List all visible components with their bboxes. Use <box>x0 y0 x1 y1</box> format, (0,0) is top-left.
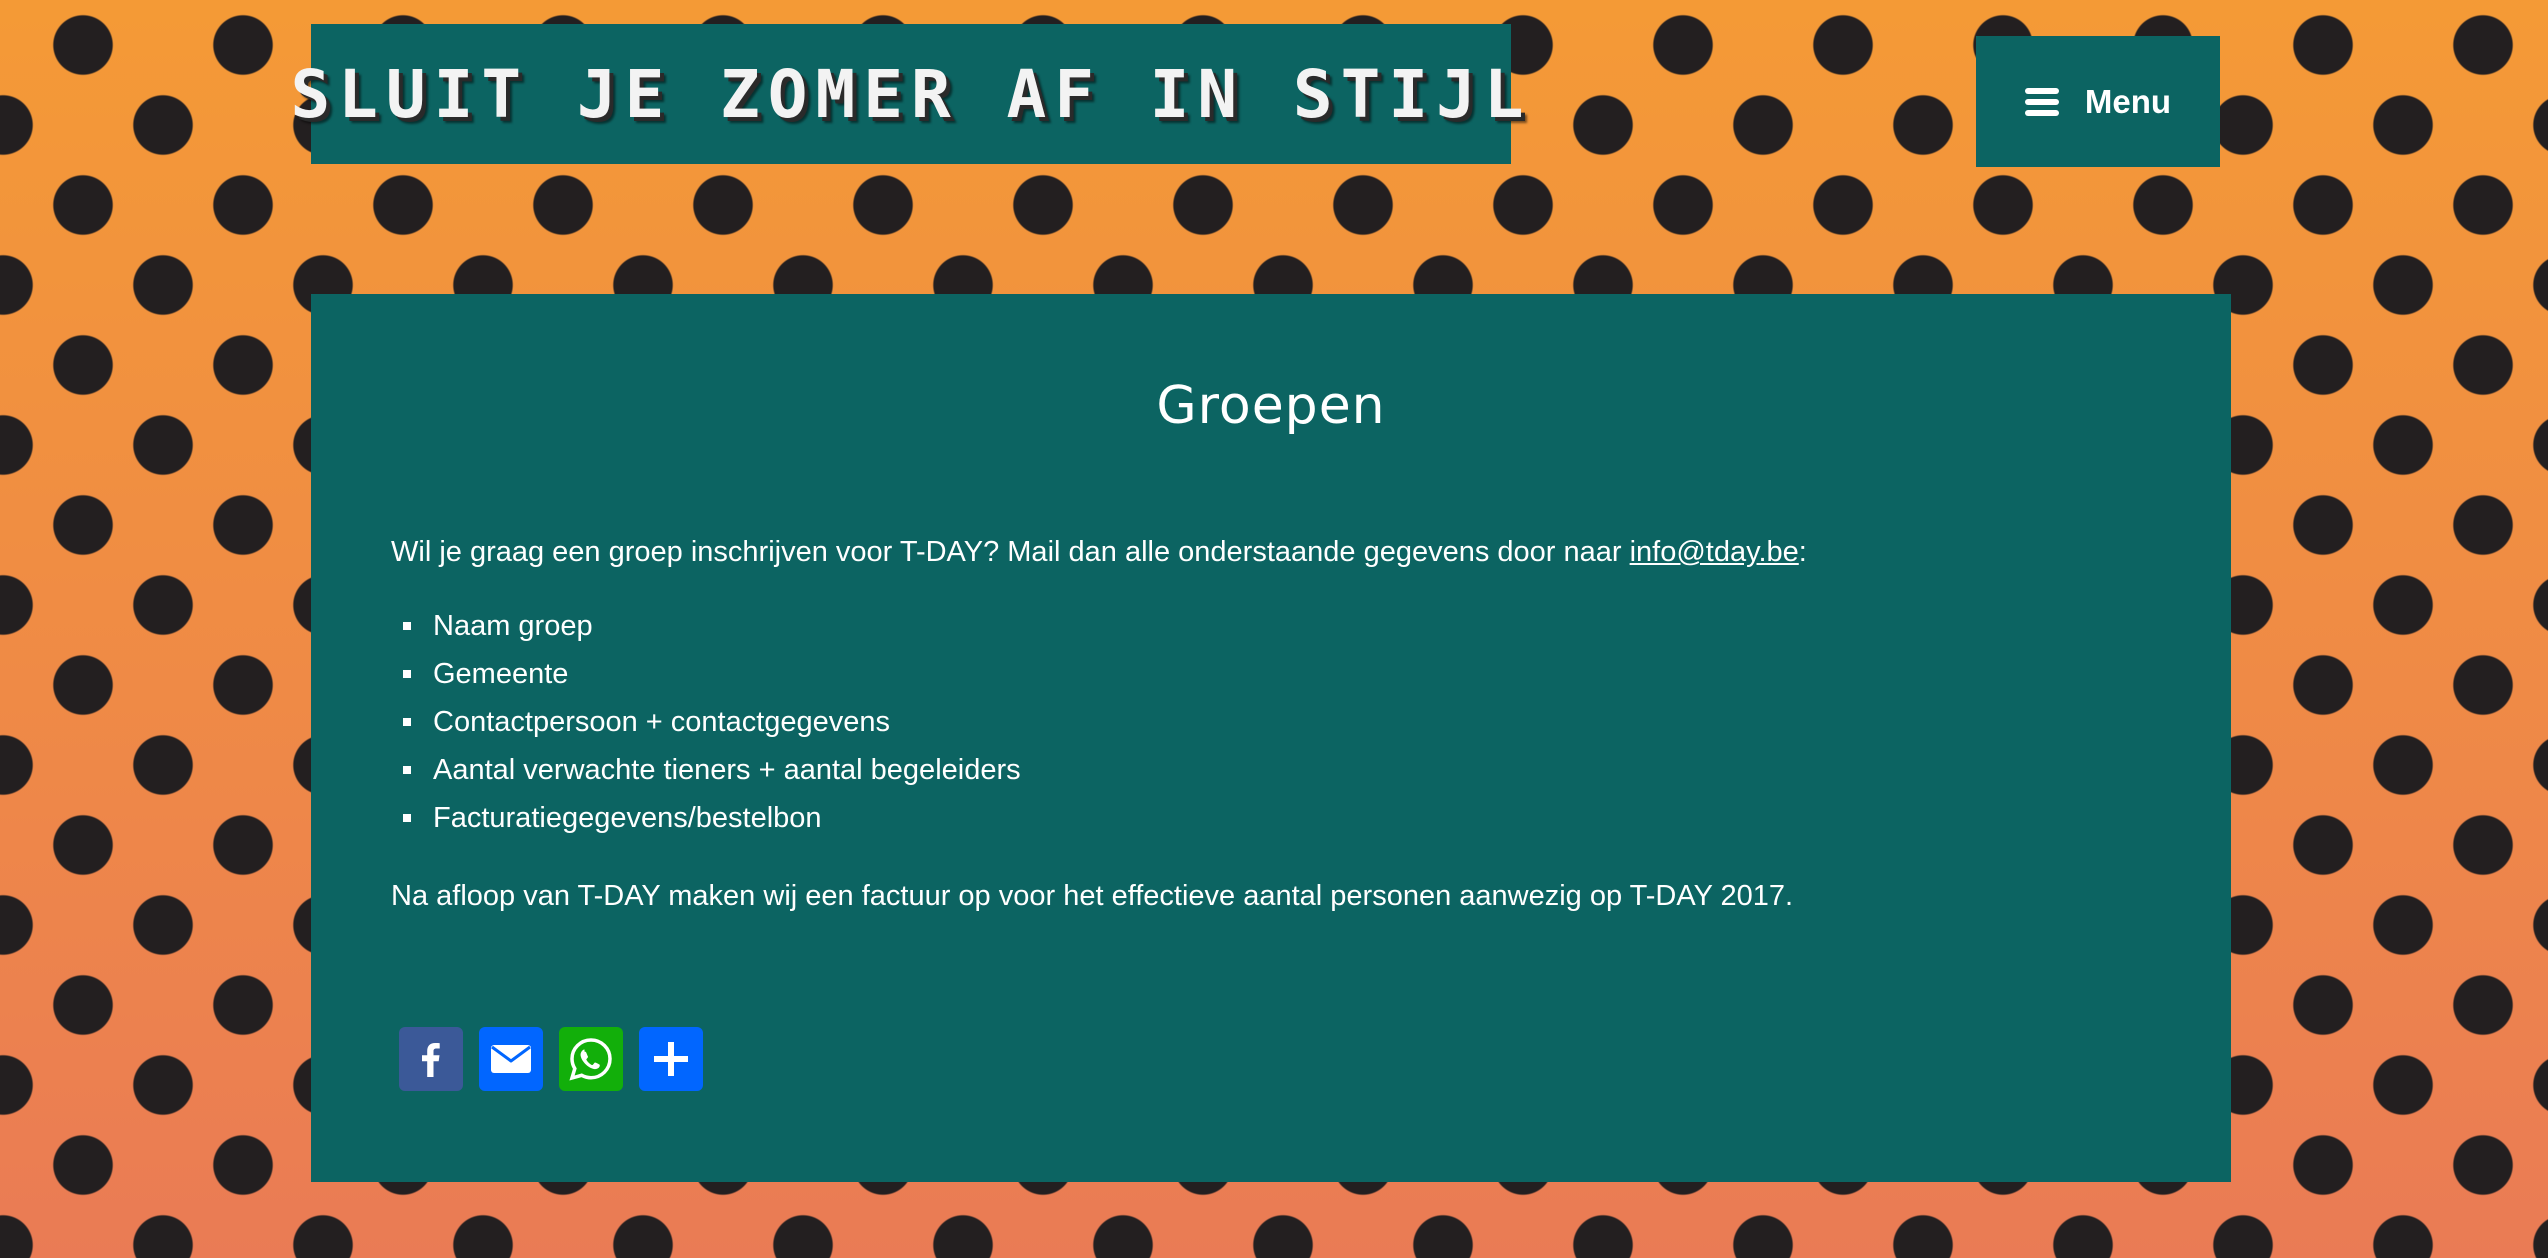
menu-button[interactable]: Menu <box>1976 36 2220 167</box>
share-plus-icon <box>654 1042 688 1076</box>
facebook-icon <box>422 1043 440 1077</box>
list-item: Aantal verwachte tieners + aantal begele… <box>391 746 1021 794</box>
facebook-share-button[interactable] <box>399 1027 463 1091</box>
content-panel: Groepen Wil je graag een groep inschrijv… <box>311 294 2231 1182</box>
intro-text: Wil je graag een groep inschrijven voor … <box>391 536 1630 568</box>
whatsapp-icon <box>569 1038 612 1081</box>
hamburger-icon <box>2024 87 2059 116</box>
email-icon <box>491 1045 531 1073</box>
page-title: Groepen <box>1156 376 1386 436</box>
intro-colon: : <box>1798 536 1807 568</box>
list-item: Facturatiegegevens/bestelbon <box>391 794 1021 842</box>
required-details-list: Naam groep Gemeente Contactpersoon + con… <box>391 602 1021 842</box>
menu-label: Menu <box>2084 82 2172 120</box>
email-link[interactable]: info@tday.be <box>1630 536 1799 568</box>
outro-paragraph: Na afloop van T-DAY maken wij een factuu… <box>391 880 1794 912</box>
list-item: Naam groep <box>391 602 1021 650</box>
email-share-button[interactable] <box>479 1027 543 1091</box>
site-banner[interactable]: SLUIT JE ZOMER AF IN STIJL <box>290 24 1524 164</box>
list-item: Gemeente <box>391 650 1021 698</box>
share-bar <box>399 1027 703 1091</box>
share-more-button[interactable] <box>639 1027 703 1091</box>
intro-paragraph: Wil je graag een groep inschrijven voor … <box>391 532 1807 572</box>
whatsapp-share-button[interactable] <box>559 1027 623 1091</box>
list-item: Contactpersoon + contactgegevens <box>391 698 1021 746</box>
site-title: SLUIT JE ZOMER AF IN STIJL <box>290 55 1532 133</box>
